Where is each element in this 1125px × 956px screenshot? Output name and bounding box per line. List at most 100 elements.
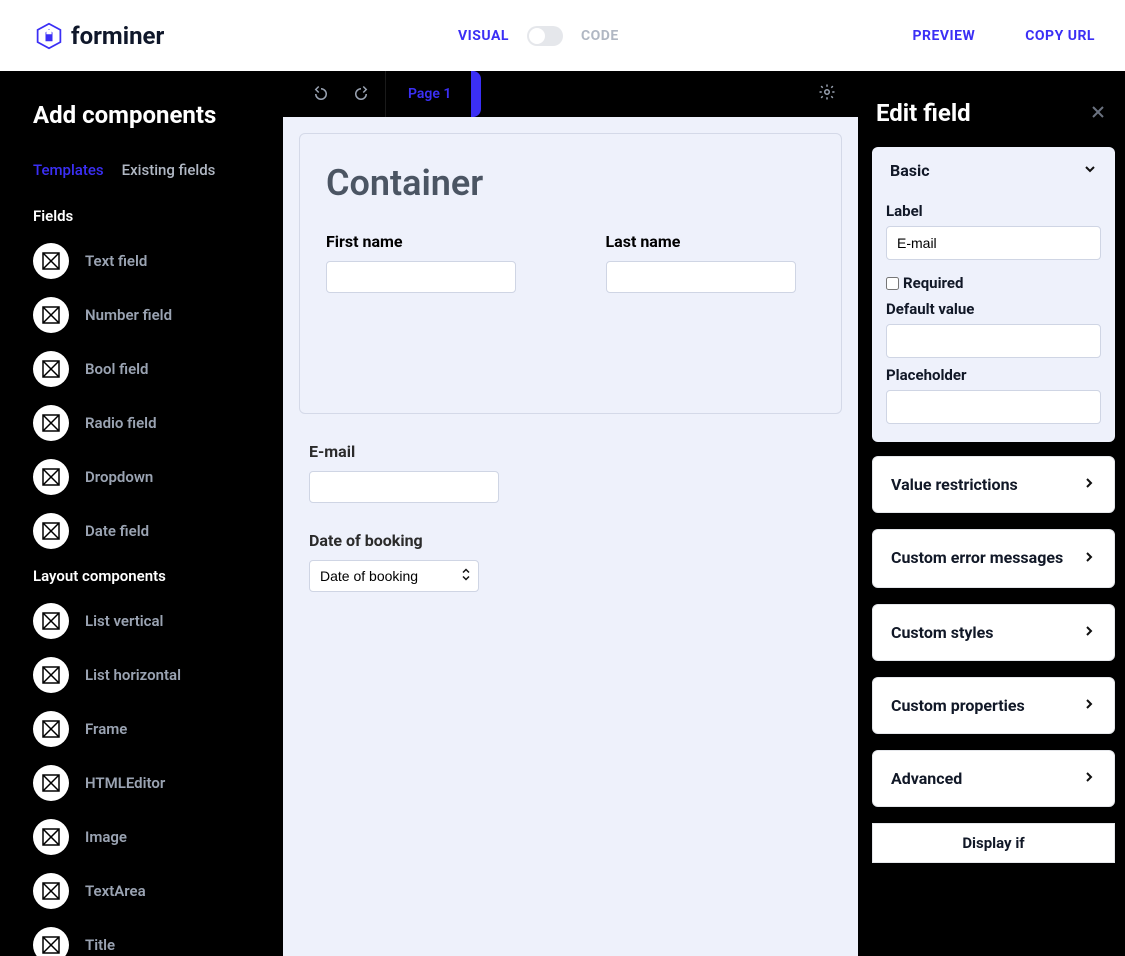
placeholder-icon [33,459,69,495]
panel-title: Custom properties [891,696,1025,715]
comp-label: Text field [85,252,147,270]
prop-default-label: Default value [886,300,1101,318]
comp-image[interactable]: Image [33,819,253,855]
panel-title: Value restrictions [891,475,1018,494]
comp-bool-field[interactable]: Bool field [33,351,253,387]
prop-placeholder-label: Placeholder [886,366,1101,384]
page-tab-label: Page 1 [408,86,451,102]
header-center: VISUAL CODE [164,26,912,46]
comp-radio-field[interactable]: Radio field [33,405,253,441]
first-name-field[interactable]: First name [326,232,536,293]
undo-icon[interactable] [311,84,331,104]
comp-label: Frame [85,720,127,738]
placeholder-icon [33,297,69,333]
placeholder-icon [33,927,69,956]
placeholder-icon [33,657,69,693]
email-input[interactable] [309,471,499,503]
last-name-label: Last name [606,232,816,251]
last-name-input[interactable] [606,261,796,293]
chevron-right-icon [1082,549,1096,568]
preview-link[interactable]: PREVIEW [913,28,976,44]
comp-label: Radio field [85,414,157,432]
comp-dropdown[interactable]: Dropdown [33,459,253,495]
placeholder-icon [33,765,69,801]
panel-basic-header[interactable]: Basic [872,147,1115,194]
first-name-label: First name [326,232,536,251]
gear-icon [818,83,836,105]
comp-number-field[interactable]: Number field [33,297,253,333]
subtab-templates[interactable]: Templates [33,161,104,179]
last-name-field[interactable]: Last name [606,232,816,293]
comp-list-horizontal[interactable]: List horizontal [33,657,253,693]
header-right: PREVIEW COPY URL [913,28,1096,44]
first-name-input[interactable] [326,261,516,293]
date-field[interactable]: Date of booking Date of booking [309,531,509,592]
right-panel: Edit field Basic Label Required Default … [858,71,1125,956]
panel-title: Advanced [891,769,962,788]
comp-title[interactable]: Title [33,927,253,956]
placeholder-icon [33,351,69,387]
comp-textarea[interactable]: TextArea [33,873,253,909]
center-panel: Page 1 Container First name Last name [283,71,858,956]
subtab-existing-fields[interactable]: Existing fields [122,161,216,179]
panel-basic-title: Basic [890,161,930,180]
tab-code[interactable]: CODE [581,28,619,44]
right-title: Edit field [876,99,971,127]
comp-list-vertical[interactable]: List vertical [33,603,253,639]
email-label: E-mail [309,442,509,461]
prop-label-label: Label [886,202,1101,220]
comp-frame[interactable]: Frame [33,711,253,747]
placeholder-icon [33,243,69,279]
visual-code-toggle[interactable] [527,26,563,46]
comp-label: Number field [85,306,172,324]
redo-icon[interactable] [351,84,371,104]
comp-label: List horizontal [85,666,181,684]
placeholder-icon [33,711,69,747]
section-fields-label: Fields [33,207,253,225]
placeholder-icon [33,873,69,909]
close-icon[interactable] [1091,104,1105,123]
chevron-down-icon [1083,161,1097,180]
placeholder-icon [33,819,69,855]
panel-custom-error[interactable]: Custom error messages [872,529,1115,588]
left-panel: Add components Templates Existing fields… [0,71,283,956]
comp-label: HTMLEditor [85,774,165,792]
panel-title: Custom styles [891,623,994,642]
comp-label: TextArea [85,882,146,900]
date-label: Date of booking [309,531,509,550]
panel-custom-styles[interactable]: Custom styles [872,604,1115,661]
section-layout-label: Layout components [33,567,253,585]
form-canvas[interactable]: Container First name Last name E-mail [283,117,858,956]
panel-value-restrictions[interactable]: Value restrictions [872,456,1115,513]
page-tab[interactable]: Page 1 [385,71,474,117]
email-field[interactable]: E-mail [309,442,509,503]
tabbar: Page 1 [283,71,858,117]
panel-title: Custom error messages [891,548,1063,569]
comp-label: Date field [85,522,149,540]
container-title: Container [326,162,815,204]
comp-label: Image [85,828,127,846]
left-subtabs: Templates Existing fields [33,161,253,179]
chevron-right-icon [1082,623,1096,642]
comp-text-field[interactable]: Text field [33,243,253,279]
display-if-button[interactable]: Display if [872,823,1115,863]
panel-advanced[interactable]: Advanced [872,750,1115,807]
comp-label: List vertical [85,612,163,630]
container-card[interactable]: Container First name Last name [299,133,842,414]
comp-html-editor[interactable]: HTMLEditor [33,765,253,801]
tab-visual[interactable]: VISUAL [458,28,509,44]
date-select[interactable]: Date of booking [309,560,479,592]
brand-text: forminer [71,22,164,50]
panel-custom-properties[interactable]: Custom properties [872,677,1115,734]
settings-button[interactable] [796,71,858,117]
comp-label: Title [85,936,115,954]
comp-date-field[interactable]: Date field [33,513,253,549]
required-label: Required [903,274,963,292]
required-checkbox[interactable] [886,277,899,290]
display-if-label: Display if [962,834,1024,852]
prop-placeholder-input[interactable] [886,390,1101,424]
copy-url-link[interactable]: COPY URL [1025,28,1095,44]
prop-default-input[interactable] [886,324,1101,358]
placeholder-icon [33,405,69,441]
prop-label-input[interactable] [886,226,1101,260]
